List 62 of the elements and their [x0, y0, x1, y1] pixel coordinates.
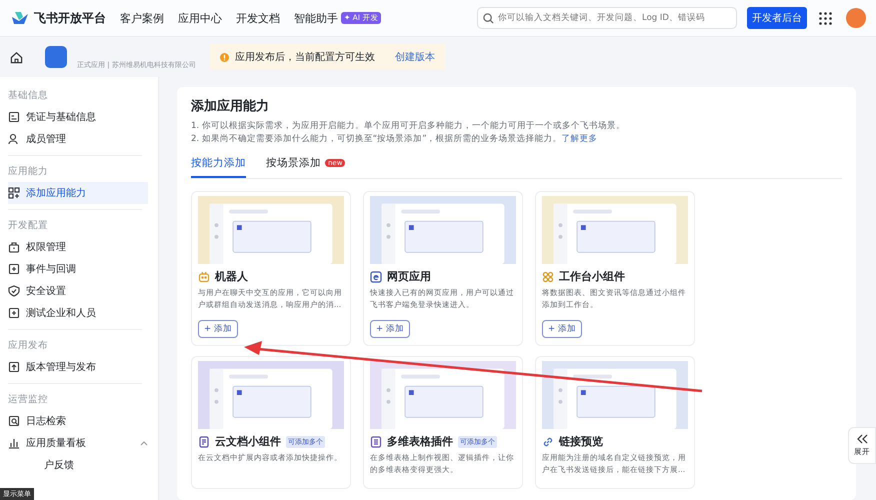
bot-icon: [198, 270, 210, 282]
sidebar-item[interactable]: 测试企业和人员: [8, 302, 148, 324]
nav-link[interactable]: 开发文档: [236, 10, 280, 26]
card-title: 网页应用: [387, 269, 431, 284]
widget-icon: [542, 270, 554, 282]
search-field[interactable]: 你可以输入文档关键词、开发问题、Log ID、错误码: [477, 7, 737, 29]
sidebar-item[interactable]: 应用质量看板: [8, 432, 148, 454]
add-button[interactable]: + 添加: [370, 320, 410, 338]
user-avatar[interactable]: [846, 8, 866, 28]
nav-link[interactable]: 应用中心: [178, 10, 222, 26]
apps-grid-icon[interactable]: [819, 12, 832, 24]
card-title: 机器人: [215, 269, 248, 284]
sidebar-item[interactable]: 版本管理与发布: [8, 356, 148, 378]
sidebar-item[interactable]: 日志检索: [8, 410, 148, 432]
card-title: 多维表格插件: [387, 434, 453, 449]
tab[interactable]: 按能力添加: [191, 156, 246, 178]
sidebar-group-title: 应用能力: [8, 165, 49, 179]
app-icon: [45, 46, 67, 68]
upload-icon: [8, 361, 20, 373]
learn-more-link[interactable]: 了解更多: [562, 134, 598, 144]
brand-name[interactable]: 飞书开放平台: [34, 10, 106, 26]
page-title: 添加应用能力: [191, 98, 270, 115]
sidebar-group-title: 运营监控: [8, 393, 49, 407]
chevron-icon[interactable]: [140, 440, 148, 446]
create-version-link[interactable]: 创建版本: [394, 50, 435, 64]
doc-icon: [198, 436, 210, 448]
card-title: 云文档小组件: [215, 434, 281, 449]
description-text: 2. 如果尚不确定需要添加什么能力，可切换至“按场景添加”，根据所需的业务场景选择能力。了解更多: [191, 133, 599, 146]
lock-icon: [8, 241, 20, 253]
log-icon: [8, 415, 20, 427]
web-icon: [370, 270, 382, 282]
developer-console-button[interactable]: 开发者后台: [747, 7, 807, 29]
sidebar-item[interactable]: 户反馈: [8, 454, 148, 476]
card-title: 链接预览: [559, 434, 603, 449]
link-icon: [542, 436, 554, 448]
nav-link[interactable]: 客户案例: [120, 10, 164, 26]
card-icon: [8, 111, 20, 123]
home-icon[interactable]: [10, 50, 23, 64]
chart-icon: [8, 437, 20, 449]
sidebar-group-title: 基础信息: [8, 89, 49, 103]
grid-icon: [8, 187, 20, 199]
double-chevron-icon: [856, 434, 868, 444]
add-button[interactable]: + 添加: [198, 320, 238, 338]
sidebar-item[interactable]: 安全设置: [8, 280, 148, 302]
sidebar-item[interactable]: 成员管理: [8, 128, 148, 150]
search-icon: [483, 12, 494, 24]
sidebar-item[interactable]: 添加应用能力: [8, 182, 148, 204]
shield-icon: [8, 285, 20, 297]
sidebar-group-title: 应用发布: [8, 339, 49, 353]
notice-text: 应用发布后，当前配置方可生效: [234, 50, 375, 64]
warning-icon: [220, 52, 229, 62]
sidebar-group-title: 开发配置: [8, 219, 49, 233]
logo-icon[interactable]: [10, 10, 30, 26]
add-button[interactable]: + 添加: [542, 320, 582, 338]
user-icon: [8, 133, 20, 145]
sidebar-item[interactable]: 事件与回调: [8, 258, 148, 280]
nav-link[interactable]: 智能助手: [294, 10, 338, 26]
sidebar-item[interactable]: 凭证与基础信息: [8, 106, 148, 128]
table-icon: [370, 436, 382, 448]
sidebar-item[interactable]: 权限管理: [8, 236, 148, 258]
card-title: 工作台小组件: [559, 269, 625, 284]
description-text: 1. 你可以根据实际需求，为应用开启能力。单个应用可开启多种能力，一个能力可用于一个或多个飞书场景。: [191, 120, 626, 133]
